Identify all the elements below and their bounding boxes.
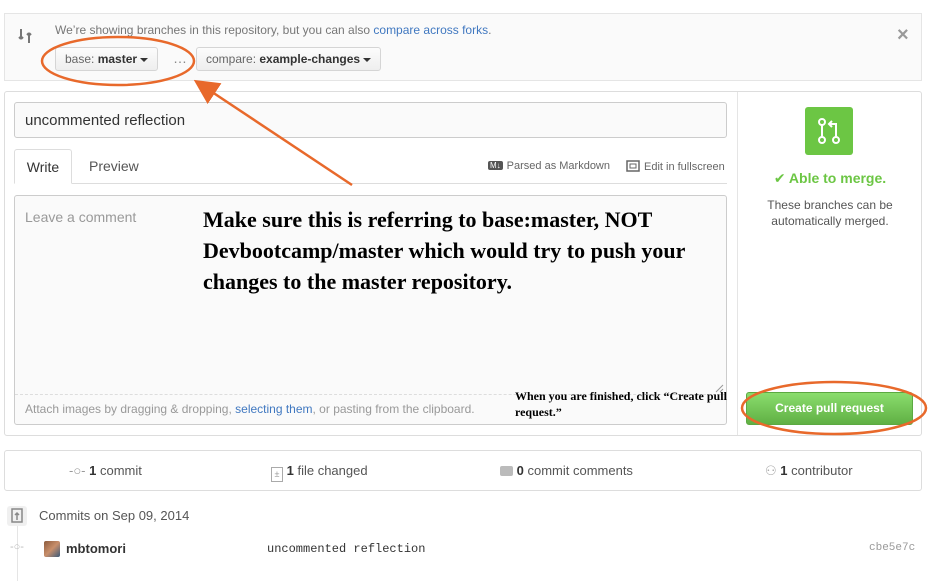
range-info-text: We’re showing branches in this repositor… [55,23,492,37]
organization-icon: ⚇ [765,463,777,478]
commit-icon: -○- [69,463,86,478]
close-icon[interactable]: × [897,24,909,47]
merge-status: ✔ Able to merge. [773,170,887,186]
check-icon: ✔ [773,170,786,186]
commit-date-heading: Commits on Sep 09, 2014 [39,508,190,523]
pull-request-icon [818,118,840,144]
create-pull-request-button[interactable]: Create pull request [746,392,913,425]
title-input[interactable]: uncommented reflection [14,102,727,138]
comment-placeholder: Leave a comment [25,209,137,225]
attach-hint[interactable]: Attach images by dragging & dropping, se… [25,402,475,416]
file-diff-icon: ± [271,467,283,482]
chevron-down-icon [363,57,372,62]
commit-comments-stat[interactable]: 0 commit comments [500,463,633,478]
commit-author[interactable]: mbtomori [66,541,126,556]
markdown-hint: M↓ Parsed as Markdown [488,160,610,172]
annotation-note-finish: When you are finished, click “Create pul… [515,389,727,419]
tab-preview[interactable]: Preview [89,158,139,174]
commit-sha[interactable]: cbe5e7c [869,542,915,554]
merge-status-icon [805,107,853,155]
tab-write[interactable]: Write [14,149,72,184]
commit-message[interactable]: uncommented reflection [267,542,425,556]
comment-icon [500,466,513,476]
base-branch-select[interactable]: base: master [55,47,159,71]
commit-timeline-line [17,526,18,581]
files-changed-stat[interactable]: ± 1 file changed [271,463,368,482]
repo-push-icon [11,508,23,523]
commit-node-icon: -○- [10,541,24,553]
tabs-bottom-border [14,183,727,184]
selecting-them-link[interactable]: selecting them [235,402,312,416]
range-ellipsis: … [173,50,187,66]
compare-icon [18,29,32,43]
compare-forks-link[interactable]: compare across forks [373,23,488,37]
markdown-icon: M↓ [488,161,503,170]
chevron-down-icon [140,57,149,62]
annotation-note-base-master: Make sure this is referring to base:mast… [203,207,685,294]
avatar[interactable] [44,541,60,557]
commits-stat[interactable]: -○- 1 commit [69,463,142,478]
fullscreen-icon [626,160,640,172]
commit-group-icon [7,506,27,526]
contributors-stat[interactable]: ⚇ 1 contributor [765,463,853,479]
merge-description: These branches can be automatically merg… [767,198,893,228]
merge-panel-divider [737,92,738,435]
fullscreen-toggle[interactable]: Edit in fullscreen [626,160,725,173]
compare-branch-select[interactable]: compare: example-changes [196,47,382,71]
